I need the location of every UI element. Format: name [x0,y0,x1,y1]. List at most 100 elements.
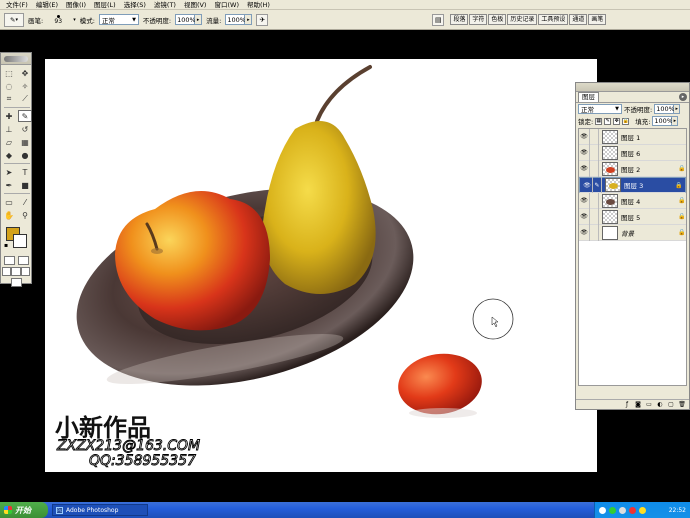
layer-row[interactable]: 👁 ✎ 图层 3 🔒 [579,177,686,193]
layers-panel-titlebar[interactable] [576,83,689,92]
tray-app-icon[interactable] [629,506,636,514]
type-tool-icon[interactable]: T [18,166,32,178]
menu-view[interactable]: 视图(V) [180,0,211,10]
menu-edit[interactable]: 编辑(E) [32,0,62,10]
crop-tool-icon[interactable]: ⌗ [2,93,16,105]
standard-mode-icon[interactable] [3,256,15,265]
link-slot[interactable] [590,129,599,145]
layer-style-icon[interactable]: ƒ [623,401,631,408]
brush-active-icon[interactable]: ✎ [593,177,602,193]
toolbox-header[interactable] [1,53,31,65]
tab-layers[interactable]: 图层 [578,92,599,102]
palette-tab-paragraph[interactable]: 段落 [450,14,469,25]
layer-row[interactable]: 👁 图层 2 🔒 [579,160,686,177]
trash-icon[interactable]: 🗑 [678,401,686,408]
layer-row[interactable]: 👁 图层 6 [579,144,686,161]
clone-stamp-tool-icon[interactable]: ⊥ [2,123,16,135]
file-browser-button[interactable]: ▤ [432,13,445,26]
panel-menu-icon[interactable]: ▸ [679,93,687,101]
zoom-tool-icon[interactable]: ⚲ [18,209,32,221]
start-button[interactable]: 开始 [0,502,48,518]
dodge-tool-icon[interactable]: ● [18,149,32,161]
menu-filter[interactable]: 滤镜(T) [150,0,180,10]
eye-icon[interactable]: 👁 [579,129,590,145]
lock-position-icon[interactable]: ✥ [613,117,621,125]
layer-set-icon[interactable]: ▭ [645,401,653,408]
layer-opacity-input[interactable]: 100% [654,104,675,114]
eyedropper-tool-icon[interactable]: ⁄ [18,196,32,208]
move-tool-icon[interactable]: ✥ [18,67,32,79]
pen-tool-icon[interactable]: ✒ [2,179,16,191]
lock-transparency-icon[interactable]: ▦ [595,117,603,125]
flow-input[interactable]: 100% [225,14,246,25]
path-selection-tool-icon[interactable]: ➤ [2,166,16,178]
slice-tool-icon[interactable]: ⟋ [18,93,32,105]
standard-screen-icon[interactable] [2,267,12,276]
lock-all-icon[interactable]: 🔒 [622,117,630,125]
document-canvas[interactable]: 小新作品 ZXZX213@163.COM QQ:358955357 [45,59,597,472]
eye-icon[interactable]: 👁 [579,144,590,161]
link-slot[interactable] [590,160,599,177]
brush-picker[interactable]: 93 [47,12,69,28]
lasso-tool-icon[interactable]: ◌ [2,80,16,92]
palette-tab-history[interactable]: 历史记录 [507,14,538,25]
palette-tab-tool-presets[interactable]: 工具预设 [538,14,569,25]
taskbar-photoshop-button[interactable]: Ps Adobe Photoshop [52,504,148,516]
hand-tool-icon[interactable]: ✋ [2,209,16,221]
menu-image[interactable]: 图像(I) [62,0,90,10]
link-slot[interactable] [590,208,599,225]
menu-help[interactable]: 帮助(H) [243,0,274,10]
eye-icon[interactable]: 👁 [579,160,590,177]
lock-image-icon[interactable]: ✎ [604,117,612,125]
eye-icon[interactable]: 👁 [582,177,593,193]
tray-network-icon[interactable] [599,506,606,514]
gradient-tool-icon[interactable]: ▦ [18,136,32,148]
airbrush-toggle[interactable]: ✈ [256,13,269,26]
tray-ime-icon[interactable] [639,506,646,514]
link-slot[interactable] [590,144,599,161]
eye-icon[interactable]: 👁 [579,208,590,225]
imageready-icon[interactable] [10,278,22,287]
magic-wand-tool-icon[interactable]: ✧ [18,80,32,92]
flow-slider-arrow-icon[interactable]: ▸ [245,14,253,25]
layer-row[interactable]: 👁 图层 4 🔒 [579,192,686,209]
palette-tab-channels[interactable]: 通道 [569,14,588,25]
eye-icon[interactable]: 👁 [579,224,590,241]
marquee-tool-icon[interactable]: ⬚ [2,67,16,79]
default-colors-icon[interactable]: ▪ [4,242,8,249]
fill-arrow-icon[interactable]: ▸ [672,116,679,126]
brush-tool-icon[interactable]: ✎ [18,110,32,122]
layer-row[interactable]: 👁 图层 5 🔒 [579,208,686,225]
mode-select[interactable]: 正常 ▼ [98,14,139,25]
quick-mask-icon[interactable] [17,256,29,265]
palette-tab-swatches[interactable]: 色板 [488,14,507,25]
notes-tool-icon[interactable]: ▭ [2,196,16,208]
tray-security-icon[interactable] [609,506,616,514]
layer-row[interactable]: 👁 背景 🔒 [579,224,686,241]
tray-volume-icon[interactable] [619,506,626,514]
link-slot[interactable] [590,192,599,209]
menu-select[interactable]: 选择(S) [120,0,150,10]
history-brush-tool-icon[interactable]: ↺ [18,123,32,135]
fill-input[interactable]: 100% [652,116,673,126]
menu-layer[interactable]: 图层(L) [90,0,120,10]
new-layer-icon[interactable]: ▢ [667,401,675,408]
blur-tool-icon[interactable]: ◆ [2,149,16,161]
layer-mask-icon[interactable]: ◙ [634,401,642,408]
tool-preset-picker[interactable]: ✎ ▾ [4,12,24,27]
adjustment-layer-icon[interactable]: ◐ [656,401,664,408]
healing-brush-tool-icon[interactable]: ✚ [2,110,16,122]
blend-mode-select[interactable]: 正常 ▼ [578,104,622,114]
link-slot[interactable] [590,224,599,241]
opacity-input[interactable]: 100% [175,14,196,25]
menu-file[interactable]: 文件(F) [2,0,32,10]
opacity-slider-arrow-icon[interactable]: ▸ [195,14,203,25]
eye-icon[interactable]: 👁 [579,192,590,209]
palette-tab-character[interactable]: 字符 [469,14,488,25]
full-screen-menu-icon[interactable] [11,267,21,276]
shape-tool-icon[interactable]: ■ [18,179,32,191]
menu-window[interactable]: 窗口(W) [210,0,243,10]
palette-tab-brushes[interactable]: 画笔 [588,14,607,25]
brush-picker-arrow-icon[interactable]: ▾ [73,17,76,23]
eraser-tool-icon[interactable]: ▱ [2,136,16,148]
